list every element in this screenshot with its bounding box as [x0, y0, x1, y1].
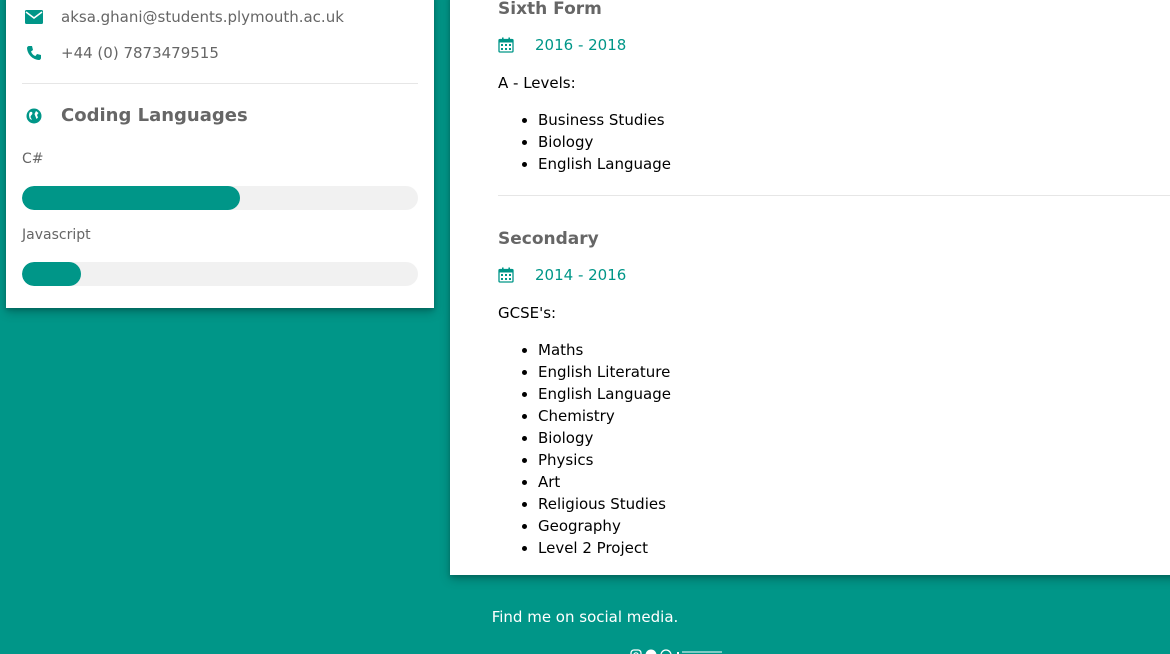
skills-heading: Coding Languages	[24, 105, 248, 126]
phone-text[interactable]: +44 (0) 7873479515	[61, 44, 219, 62]
envelope-icon	[24, 7, 44, 27]
subject-item: Level 2 Project	[538, 537, 671, 559]
skill-bar-csharp	[22, 186, 418, 210]
education-title: Sixth Form	[498, 0, 602, 19]
social-icons	[630, 646, 687, 654]
subject-item: Biology	[538, 427, 671, 449]
divider	[22, 83, 418, 84]
instagram-icon[interactable]	[630, 646, 642, 654]
phone-row: +44 (0) 7873479515	[24, 43, 219, 63]
skill-label-csharp: C#	[22, 151, 44, 167]
subject-item: Geography	[538, 515, 671, 537]
subject-item: Religious Studies	[538, 493, 671, 515]
skills-heading-text: Coding Languages	[61, 105, 248, 126]
phone-icon	[24, 43, 44, 63]
skill-bar-fill	[22, 262, 82, 286]
divider	[498, 195, 1170, 196]
subject-item: English Language	[538, 153, 671, 175]
footer-underline	[682, 651, 722, 653]
footer-text: Find me on social media.	[491, 608, 679, 626]
profile-card: aksa.ghani@students.plymouth.ac.uk +44 (…	[6, 0, 434, 308]
globe-icon	[24, 106, 44, 126]
subject-item: Business Studies	[538, 109, 671, 131]
subject-item: Physics	[538, 449, 671, 471]
email-row: aksa.ghani@students.plymouth.ac.uk	[24, 7, 344, 27]
education-title: Secondary	[498, 229, 599, 249]
subject-item: Art	[538, 471, 671, 493]
education-date-text: 2014 - 2016	[535, 266, 627, 284]
education-date: 2016 - 2018	[498, 36, 626, 54]
education-date: 2014 - 2016	[498, 266, 626, 284]
subject-list: MathsEnglish LiteratureEnglish LanguageC…	[498, 339, 671, 559]
subject-item: Chemistry	[538, 405, 671, 427]
subject-item: English Literature	[538, 361, 671, 383]
subject-item: Biology	[538, 131, 671, 153]
education-type: A - Levels:	[498, 74, 576, 92]
calendar-icon	[498, 36, 518, 54]
education-type: GCSE's:	[498, 304, 557, 322]
skill-bar-fill	[22, 186, 240, 210]
skill-bar-javascript	[22, 262, 418, 286]
subject-list: Business StudiesBiologyEnglish Language	[498, 109, 671, 175]
page: aksa.ghani@students.plymouth.ac.uk +44 (…	[0, 0, 1170, 654]
pinterest-icon[interactable]	[645, 646, 657, 654]
skill-label-javascript: Javascript	[22, 227, 91, 243]
education-card: Sixth Form 2016 - 2018 A - Levels: Busin…	[450, 0, 1170, 575]
subject-item: Maths	[538, 339, 671, 361]
subject-item: English Language	[538, 383, 671, 405]
email-text[interactable]: aksa.ghani@students.plymouth.ac.uk	[61, 8, 344, 26]
education-date-text: 2016 - 2018	[535, 36, 627, 54]
snapchat-icon[interactable]	[660, 646, 672, 654]
calendar-icon	[498, 266, 518, 284]
